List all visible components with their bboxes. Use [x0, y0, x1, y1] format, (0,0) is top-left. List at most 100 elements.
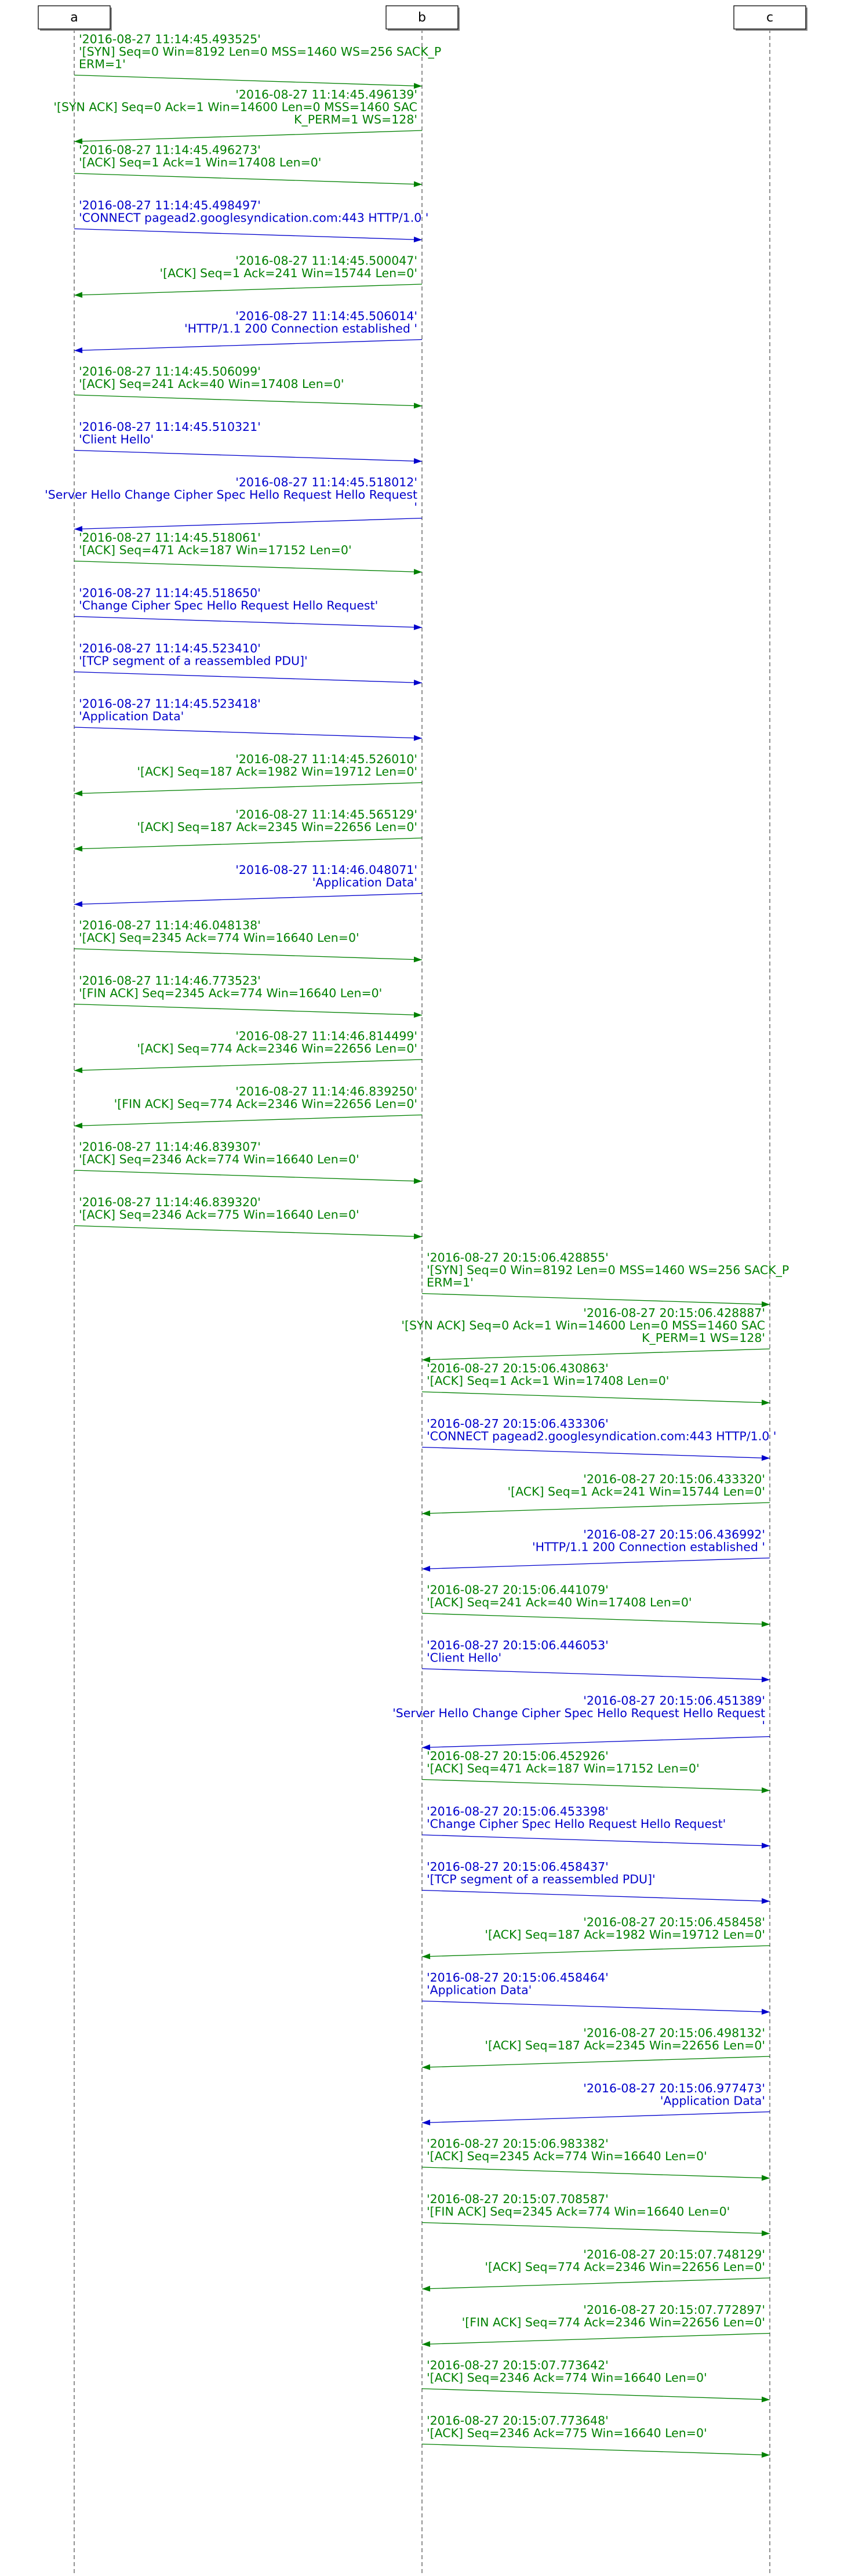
- message: '2016-08-27 11:14:46.814499''[ACK] Seq=7…: [74, 1029, 423, 1073]
- message: '2016-08-27 11:14:45.506099''[ACK] Seq=2…: [74, 364, 423, 409]
- message-arrowhead: [761, 2230, 770, 2237]
- message-arrow-line: [74, 1170, 423, 1182]
- message-info: '[SYN ACK] Seq=0 Ack=1 Win=14600 Len=0 M…: [401, 1318, 765, 1332]
- message-arrow-line: [421, 2222, 770, 2234]
- message-info: '[ACK] Seq=1 Ack=1 Win=17408 Len=0': [427, 1374, 669, 1388]
- message-info: '[ACK] Seq=187 Ack=2345 Win=22656 Len=0': [137, 820, 417, 834]
- message-timestamp: '2016-08-27 20:15:06.977473': [583, 2081, 765, 2095]
- message-arrowhead: [422, 2341, 431, 2348]
- message-timestamp: '2016-08-27 11:14:45.523418': [79, 696, 261, 710]
- message-arrowhead: [761, 2009, 770, 2015]
- sequence-diagram: abc '2016-08-27 11:14:45.493525''[SYN] S…: [38, 5, 807, 2576]
- message-info: 'Change Cipher Spec Hello Request Hello …: [427, 1817, 726, 1831]
- message: '2016-08-27 20:15:07.772897''[FIN ACK] S…: [421, 2303, 770, 2348]
- message-timestamp: '2016-08-27 20:15:07.772897': [583, 2303, 765, 2317]
- message: '2016-08-27 11:14:46.048071''Application…: [74, 863, 423, 908]
- message-arrow-line: [421, 2167, 770, 2179]
- message: '2016-08-27 11:14:45.493525''[SYN] Seq=0…: [74, 32, 441, 89]
- participant-b: b: [385, 5, 460, 31]
- message: '2016-08-27 20:15:06.452926''[ACK] Seq=4…: [421, 1749, 770, 1794]
- message-timestamp: '2016-08-27 20:15:06.428855': [427, 1250, 609, 1264]
- message-timestamp: '2016-08-27 11:14:45.565129': [235, 807, 417, 821]
- message: '2016-08-27 11:14:45.498497''CONNECT pag…: [74, 198, 428, 243]
- message-timestamp: '2016-08-27 11:14:46.048138': [79, 918, 261, 932]
- message-timestamp: '2016-08-27 11:14:45.506014': [235, 309, 417, 323]
- message-arrowhead: [761, 1455, 770, 1461]
- message-timestamp: '2016-08-27 11:14:45.498497': [79, 198, 261, 212]
- lifelines: [74, 29, 770, 2576]
- message-arrowhead: [422, 1953, 431, 1960]
- message-arrowhead: [413, 402, 422, 409]
- message-arrow-line: [74, 616, 423, 628]
- message: '2016-08-27 11:14:46.048138''[ACK] Seq=2…: [74, 918, 423, 963]
- message-timestamp: '2016-08-27 11:14:45.518650': [79, 586, 261, 600]
- message-arrowhead: [413, 956, 422, 963]
- message-arrowhead: [413, 1012, 422, 1018]
- message-arrowhead: [761, 2396, 770, 2403]
- message-arrowhead: [413, 237, 422, 243]
- message-info: ': [414, 500, 417, 514]
- message-arrow-line: [421, 1348, 770, 1360]
- message-arrowhead: [74, 1067, 83, 1073]
- message-timestamp: '2016-08-27 11:14:46.839250': [235, 1084, 417, 1098]
- message-timestamp: '2016-08-27 11:14:46.048071': [235, 863, 417, 877]
- message-arrow-line: [74, 449, 423, 462]
- message-info: '[ACK] Seq=187 Ack=1982 Win=19712 Len=0': [137, 764, 417, 778]
- message-arrow-line: [74, 671, 423, 684]
- message-info: 'Application Data': [312, 875, 417, 889]
- message-arrowhead: [422, 1566, 431, 1572]
- message-arrowhead: [761, 2175, 770, 2181]
- message-info: '[ACK] Seq=2345 Ack=774 Win=16640 Len=0': [427, 2149, 707, 2163]
- message-info: '[FIN ACK] Seq=774 Ack=2346 Win=22656 Le…: [114, 1097, 417, 1111]
- message: '2016-08-27 20:15:06.983382''[ACK] Seq=2…: [421, 2136, 770, 2181]
- message-arrow-line: [74, 394, 423, 407]
- message-timestamp: '2016-08-27 11:14:45.510321': [79, 420, 261, 434]
- message-arrowhead: [422, 2064, 431, 2070]
- message-arrowhead: [422, 1510, 431, 1516]
- message-arrowhead: [422, 2120, 431, 2126]
- message-arrow-line: [74, 1059, 423, 1071]
- message-timestamp: '2016-08-27 20:15:06.446053': [427, 1638, 609, 1652]
- participant-c: c: [733, 5, 807, 31]
- message-info: 'Server Hello Change Cipher Spec Hello R…: [45, 488, 417, 502]
- message-timestamp: '2016-08-27 20:15:06.430863': [427, 1361, 609, 1375]
- message: '2016-08-27 20:15:06.446053''Client Hell…: [421, 1638, 770, 1683]
- message-info: 'HTTP/1.1 200 Connection established ': [532, 1540, 765, 1554]
- message-info: '[ACK] Seq=471 Ack=187 Win=17152 Len=0': [79, 543, 352, 557]
- message-info: 'Application Data': [660, 2094, 765, 2107]
- message-arrow-line: [74, 228, 423, 241]
- message: '2016-08-27 11:14:45.510321''Client Hell…: [74, 420, 423, 465]
- message: '2016-08-27 11:14:46.839320''[ACK] Seq=2…: [74, 1195, 423, 1240]
- message-info: '[SYN] Seq=0 Win=8192 Len=0 MSS=1460 WS=…: [427, 1263, 789, 1278]
- message-info: ': [762, 1718, 765, 1732]
- message-info: '[ACK] Seq=2346 Ack=774 Win=16640 Len=0': [427, 2371, 707, 2385]
- message-info: '[ACK] Seq=187 Ack=1982 Win=19712 Len=0': [485, 1928, 765, 1942]
- message-timestamp: '2016-08-27 11:14:45.523410': [79, 641, 261, 655]
- message: '2016-08-27 11:14:46.773523''[FIN ACK] S…: [74, 974, 423, 1018]
- message-arrow-line: [421, 1613, 770, 1625]
- message: '2016-08-27 11:14:45.565129''[ACK] Seq=1…: [74, 807, 423, 852]
- message: '2016-08-27 20:15:06.451389''Server Hell…: [392, 1693, 770, 1751]
- message-arrow-line: [74, 892, 423, 905]
- message-arrowhead: [413, 680, 422, 686]
- message-info: 'Client Hello': [79, 432, 154, 446]
- participant-label: b: [418, 10, 426, 25]
- message-info: '[ACK] Seq=241 Ack=40 Win=17408 Len=0': [79, 377, 344, 391]
- message-arrow-line: [74, 782, 423, 794]
- message-arrowhead: [761, 2452, 770, 2458]
- message: '2016-08-27 20:15:06.433306''CONNECT pag…: [421, 1417, 776, 1461]
- message-arrow-line: [74, 948, 423, 960]
- message-info: 'HTTP/1.1 200 Connection established ': [184, 321, 417, 335]
- message-arrow-line: [421, 2056, 770, 2068]
- message-timestamp: '2016-08-27 20:15:07.773648': [427, 2414, 609, 2428]
- message-info: '[ACK] Seq=1 Ack=241 Win=15744 Len=0': [159, 266, 417, 280]
- message-arrow-line: [421, 2388, 770, 2400]
- message-arrow-line: [421, 1834, 770, 1846]
- participant-label: c: [766, 10, 773, 25]
- message: '2016-08-27 11:14:46.839250''[FIN ACK] S…: [74, 1084, 423, 1129]
- message: '2016-08-27 20:15:07.748129''[ACK] Seq=7…: [421, 2247, 770, 2292]
- message-arrowhead: [761, 1787, 770, 1794]
- message-timestamp: '2016-08-27 20:15:07.748129': [583, 2247, 765, 2261]
- message: '2016-08-27 20:15:06.458437''[TCP segmen…: [421, 1860, 770, 1904]
- message: '2016-08-27 20:15:06.458458''[ACK] Seq=1…: [421, 1915, 770, 1960]
